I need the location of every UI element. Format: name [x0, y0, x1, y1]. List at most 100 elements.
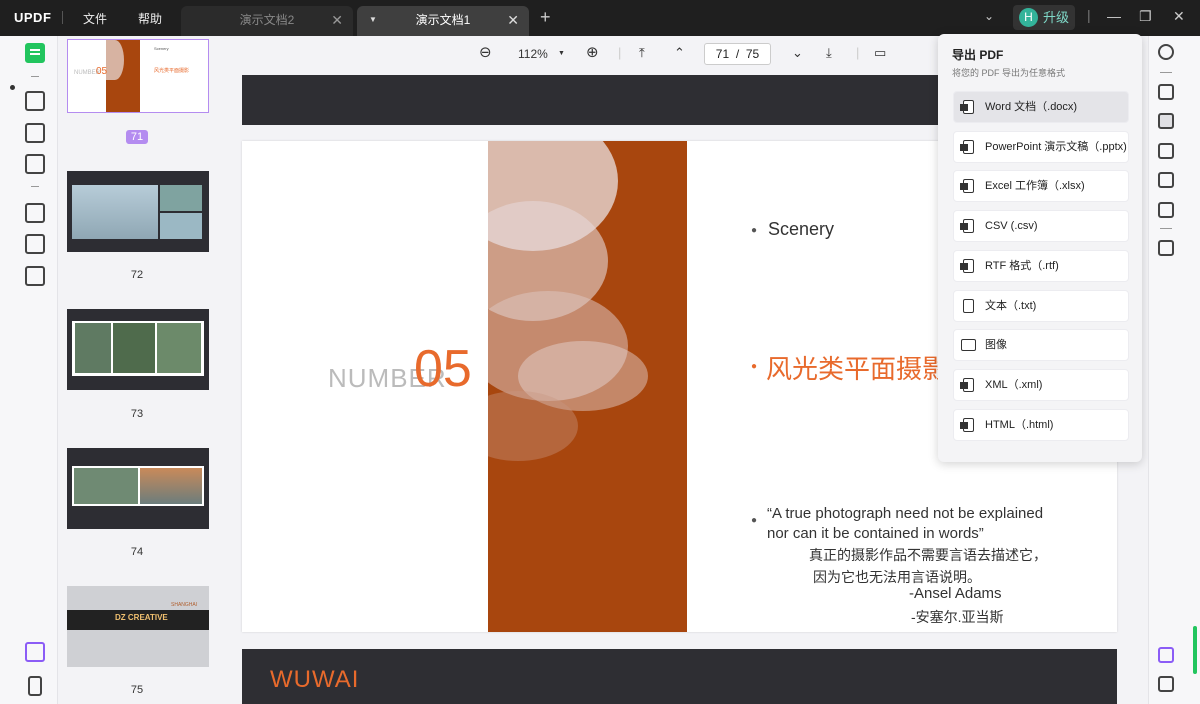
export-word-option[interactable]: Word 文档（.docx) — [953, 91, 1129, 123]
fur-photo — [488, 141, 687, 632]
image-icon — [961, 339, 976, 351]
restore-icon[interactable]: ❐ — [1139, 8, 1152, 25]
tab-label: 演示文档2 — [239, 13, 295, 27]
email-icon[interactable] — [1158, 202, 1174, 218]
divider — [31, 186, 39, 187]
first-page-icon[interactable]: ⤒ — [639, 45, 645, 61]
option-label: RTF 格式（.rtf) — [985, 260, 1059, 272]
thumb-photo — [160, 185, 202, 211]
quote-chinese-line-2: 因为它也无法用言语说明。 — [813, 569, 981, 585]
thumbnail-73[interactable] — [67, 309, 209, 390]
presentation-icon[interactable]: ▭ — [874, 45, 886, 61]
zoom-out-icon[interactable]: ⊖ — [479, 43, 492, 61]
export-html-option[interactable]: HTML（.html) — [953, 409, 1129, 441]
reader-icon[interactable] — [25, 43, 45, 63]
excel-icon — [960, 179, 974, 193]
close-icon[interactable]: ✕ — [507, 6, 519, 34]
thumbnail-number-72: 72 — [130, 269, 144, 281]
save-icon[interactable] — [1158, 240, 1174, 256]
author-chinese: -安塞尔.亚当斯 — [911, 609, 1004, 625]
tab-document-2[interactable]: 演示文档2 ✕ — [181, 6, 353, 36]
zoom-dropdown-icon[interactable]: ▼ — [558, 50, 565, 57]
thumbnail-71[interactable]: NUMBER 05 Scenery 风光类平面摄影 — [67, 39, 209, 113]
option-label: XML（.xml) — [985, 379, 1043, 391]
zoom-level[interactable]: 112% — [518, 47, 548, 61]
option-label: Excel 工作簿（.xlsx) — [985, 180, 1085, 192]
last-page-icon[interactable]: ⤓ — [826, 45, 832, 61]
bookmark-icon[interactable] — [28, 676, 42, 696]
upgrade-button[interactable]: H 升级 — [1013, 5, 1075, 30]
export-csv-option[interactable]: CSV (.csv) — [953, 210, 1129, 242]
crop-icon[interactable] — [25, 234, 45, 254]
tab-document-1[interactable]: ▼ 演示文档1 ✕ — [357, 6, 529, 36]
close-window-icon[interactable]: ✕ — [1173, 8, 1185, 25]
quote-english: “A true photograph need not be explained… — [767, 505, 1044, 542]
organize-pages-icon[interactable] — [25, 203, 45, 223]
thumbnail-72[interactable] — [67, 171, 209, 252]
number-value: 05 — [414, 340, 472, 398]
export-text-option[interactable]: 文本（.txt) — [953, 290, 1129, 322]
export-powerpoint-option[interactable]: PowerPoint 演示文稿（.pptx) — [953, 131, 1129, 163]
export-rtf-option[interactable]: RTF 格式（.rtf) — [953, 250, 1129, 282]
export-xml-option[interactable]: XML（.xml) — [953, 369, 1129, 401]
left-tool-sidebar — [0, 36, 58, 704]
menu-help[interactable]: 帮助 — [138, 10, 162, 27]
share-icon[interactable] — [1158, 172, 1174, 188]
export-excel-option[interactable]: Excel 工作簿（.xlsx) — [953, 170, 1129, 202]
scrollbar[interactable] — [1193, 626, 1197, 674]
comment-icon[interactable] — [25, 91, 45, 111]
layers-icon[interactable] — [25, 642, 45, 662]
thumb-shanghai: SHANGHAI — [171, 602, 198, 608]
ai-assistant-icon[interactable] — [1158, 647, 1174, 663]
thumbnail-number-74: 74 — [130, 546, 144, 558]
zoom-in-icon[interactable]: ⊕ — [586, 43, 599, 61]
chevron-down-icon[interactable]: ⌄ — [984, 9, 994, 23]
protect-icon[interactable] — [1158, 143, 1174, 159]
total-pages: 75 — [745, 47, 760, 61]
bullet-dot: ● — [751, 361, 758, 372]
close-icon[interactable]: ✕ — [331, 6, 343, 34]
thumb-image-highlight — [106, 40, 124, 80]
updf-logo: UPDF — [14, 10, 52, 25]
tab-label: 演示文档1 — [415, 13, 471, 27]
title-separator-2: | — [1087, 7, 1091, 23]
export-pdf-panel: 导出 PDF 将您的 PDF 导出为任意格式 Word 文档（.docx) Po… — [938, 34, 1142, 462]
comment-list-icon[interactable] — [1158, 676, 1174, 692]
thumb-photo — [157, 323, 201, 373]
export-icon[interactable] — [1158, 113, 1174, 129]
bullet-landscape-photography: 风光类平面摄影 — [766, 354, 949, 384]
thumb-fengguang: 风光类平面摄影 — [154, 68, 190, 74]
form-icon[interactable] — [25, 154, 45, 174]
minimize-icon[interactable]: — — [1107, 8, 1121, 24]
thumb-creative: DZ CREATIVE — [115, 613, 168, 622]
option-label: 文本（.txt) — [985, 300, 1037, 312]
thumb-number-value: 05 — [96, 66, 108, 77]
page-72-top: WUWAI — [242, 649, 1117, 704]
upgrade-label: 升级 — [1043, 10, 1070, 25]
menu-file[interactable]: 文件 — [83, 10, 107, 27]
divider — [1160, 72, 1172, 73]
export-image-option[interactable]: 图像 — [953, 329, 1129, 361]
page-number-field[interactable]: 71 / 75 — [704, 43, 771, 65]
previous-page-icon[interactable]: ⌃ — [674, 45, 685, 61]
export-title: 导出 PDF — [952, 48, 1004, 62]
author-english: -Ansel Adams — [909, 585, 1002, 602]
option-label: Word 文档（.docx) — [985, 101, 1078, 113]
ocr-icon[interactable] — [1158, 84, 1174, 100]
thumbnail-panel: NUMBER 05 Scenery 风光类平面摄影 71 72 73 74 SH… — [58, 36, 226, 704]
toolbar-separator: | — [618, 45, 622, 60]
text-icon — [963, 299, 974, 313]
view-toolbar: ⊖ 112% ▼ ⊕ | ⤒ ⌃ 71 / 75 ⌄ ⤓ | ▭ — [226, 36, 938, 72]
thumb-scenery: Scenery — [154, 46, 169, 51]
search-icon[interactable] — [1158, 44, 1174, 60]
toolbar-separator: | — [856, 45, 860, 60]
word-icon — [960, 100, 974, 114]
next-page-icon[interactable]: ⌄ — [792, 45, 803, 61]
thumbnail-75[interactable]: SHANGHAI DZ CREATIVE — [67, 586, 209, 667]
edit-pdf-icon[interactable] — [25, 123, 45, 143]
convert-icon[interactable] — [25, 266, 45, 286]
option-label: HTML（.html) — [985, 419, 1054, 431]
thumbnail-74[interactable] — [67, 448, 209, 529]
new-tab-icon[interactable]: + — [540, 7, 551, 28]
thumbnail-number-71: 71 — [58, 130, 216, 144]
